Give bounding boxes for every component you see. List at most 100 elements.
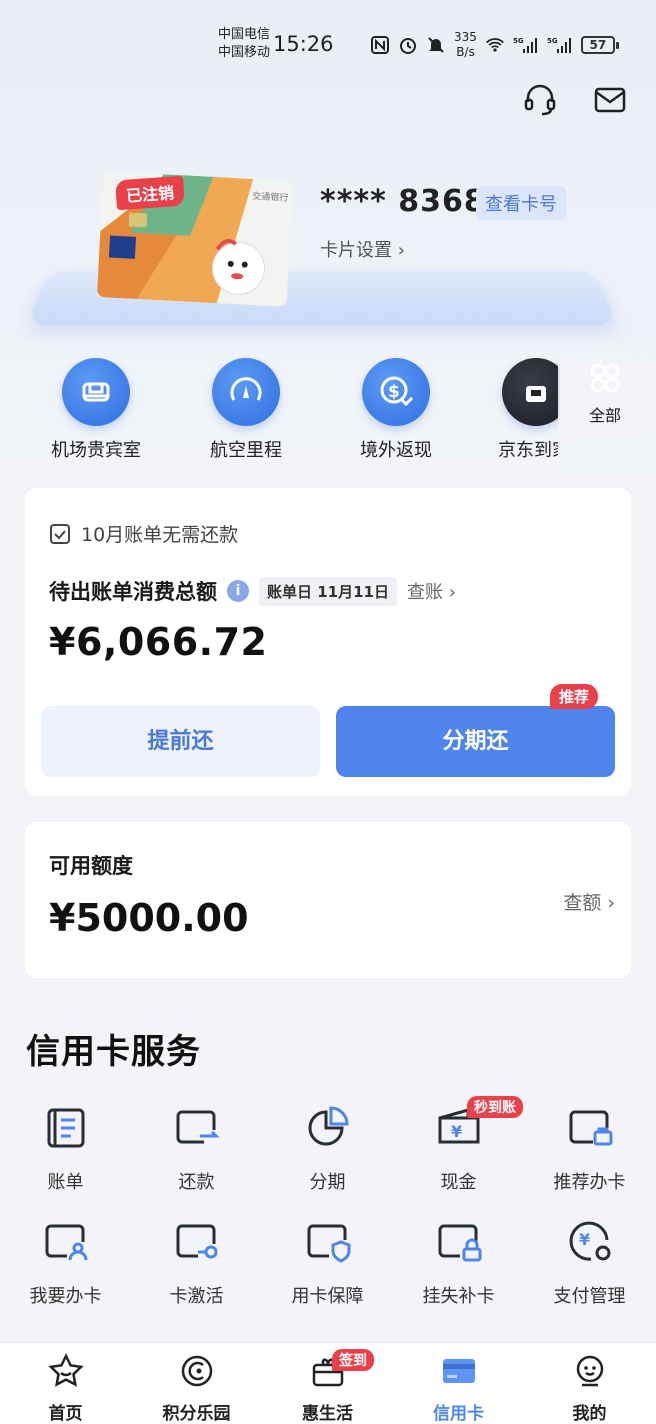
credit-panel: 可用额度 ¥5000.00 查额 › [25, 822, 631, 978]
wifi-icon [485, 38, 504, 52]
gauge-icon [230, 377, 262, 401]
net-speed: 335 B/s [454, 30, 477, 60]
bill-title-row: 待出账单消费总额 i 账单日 11月11日 查账 › [49, 576, 456, 606]
quick-action-lounge[interactable]: 机场贵宾室 [36, 358, 156, 462]
quick-action-cashback[interactable]: $ 境外返现 [336, 358, 456, 462]
battery-icon: 57 [580, 36, 619, 54]
nav-home[interactable]: 首页 [0, 1353, 131, 1424]
service-lost-card[interactable]: 挂失补卡 [393, 1218, 524, 1308]
checkin-badge: 签到 [332, 1349, 374, 1371]
card-settings-link[interactable]: 卡片设置 › [320, 236, 405, 262]
installment-repay-button[interactable]: 分期还 [336, 706, 615, 777]
service-apply-card[interactable]: 我要办卡 [0, 1218, 131, 1308]
check-bill-link[interactable]: 查账 › [407, 578, 456, 604]
recommend-badge: 推荐 [550, 684, 599, 709]
early-repay-button[interactable]: 提前还 [41, 706, 320, 777]
service-label: 我要办卡 [29, 1286, 102, 1307]
bill-date: 账单日 11月11日 [259, 576, 397, 606]
service-payment-management[interactable]: ¥ 支付管理 [524, 1218, 655, 1308]
chevron-right-icon: › [607, 892, 615, 914]
check-credit-link[interactable]: 查额 › [563, 888, 615, 915]
service-cash[interactable]: ¥ 现金 秒到账 [393, 1096, 524, 1194]
services-title: 信用卡服务 [26, 1032, 201, 1072]
profile-icon [576, 1355, 603, 1387]
service-label: 分期 [309, 1172, 346, 1193]
system-icons: 335 B/s 5G 5G 57 [370, 30, 619, 60]
svg-text:5G: 5G [547, 37, 558, 45]
service-label: 现金 [440, 1172, 477, 1193]
quick-action-jd[interactable]: 京东到家 [490, 358, 560, 462]
chevron-right-icon: › [397, 240, 405, 261]
view-card-number-button[interactable]: 查看卡号 [476, 186, 566, 220]
quick-action-label: 境外返现 [360, 440, 432, 461]
chevron-right-icon: › [448, 582, 456, 603]
nav-points[interactable]: 积分乐园 [131, 1353, 262, 1424]
quick-action-label: 全部 [588, 406, 621, 425]
bill-hint-text: 10月账单无需还款 [81, 524, 239, 546]
signal-5g-icon-2: 5G [547, 37, 571, 53]
credit-amount: ¥5000.00 [49, 896, 249, 940]
bill-title: 待出账单消费总额 [49, 580, 217, 604]
check-bill-label: 查账 [406, 582, 443, 603]
quick-action-label: 机场贵宾室 [51, 440, 141, 461]
credit-card-icon [442, 1359, 475, 1383]
nav-label: 首页 [48, 1404, 83, 1424]
info-icon[interactable]: i [227, 580, 249, 602]
customer-service-icon[interactable] [522, 82, 558, 118]
nav-life[interactable]: 惠生活 签到 [262, 1349, 393, 1424]
quick-actions: 机场贵宾室 航空里程 $ 境外返现 京东到家 全部 [0, 358, 656, 470]
nav-label: 惠生活 [302, 1404, 353, 1424]
service-label: 还款 [178, 1172, 215, 1193]
carrier-1: 中国电信 [218, 27, 271, 42]
svg-text:¥: ¥ [451, 1122, 462, 1141]
nav-label: 我的 [572, 1404, 607, 1424]
quick-action-miles[interactable]: 航空里程 [186, 358, 306, 462]
nav-credit-card[interactable]: 信用卡 [393, 1353, 524, 1424]
quick-action-label: 京东到家 [498, 440, 560, 461]
bill-amount: ¥6,066.72 [49, 620, 268, 664]
status-bar: 中国电信 中国移动 15:26 335 B/s 5G 5G 57 [0, 0, 656, 80]
service-installment[interactable]: 分期 [262, 1104, 393, 1194]
service-bill[interactable]: 账单 [0, 1104, 131, 1194]
battery-level: 57 [580, 36, 615, 54]
service-recommend-card[interactable]: 推荐办卡 [524, 1104, 655, 1194]
check-credit-label: 查额 [563, 892, 602, 914]
quick-action-label: 航空里程 [210, 440, 282, 461]
card-protect-icon [307, 1224, 350, 1263]
service-card-protection[interactable]: 用卡保障 [262, 1218, 393, 1308]
bill-hint: 10月账单无需还款 [49, 520, 238, 547]
service-label: 支付管理 [553, 1286, 626, 1307]
credit-title: 可用额度 [49, 854, 133, 878]
apply-card-icon [45, 1224, 87, 1261]
nfc-icon [371, 36, 389, 54]
service-repay[interactable]: 还款 [131, 1104, 262, 1194]
alarm-icon [400, 38, 416, 54]
masked-card-number: **** 8368 [320, 184, 486, 219]
points-icon [181, 1355, 212, 1387]
card-settings-label: 卡片设置 [320, 240, 392, 261]
service-label: 用卡保障 [291, 1286, 364, 1307]
mail-icon[interactable] [592, 82, 628, 118]
quick-action-jd-clip: 京东到家 [490, 358, 560, 470]
cashback-icon: $ [380, 376, 414, 407]
repay-icon [176, 1110, 220, 1144]
carrier-2: 中国移动 [218, 45, 271, 60]
svg-text:5G: 5G [513, 37, 524, 45]
bill-panel: 10月账单无需还款 待出账单消费总额 i 账单日 11月11日 查账 › ¥6,… [25, 488, 631, 796]
bottom-nav: 首页 积分乐园 惠生活 签到 信用卡 我的 [0, 1342, 656, 1424]
service-activate-card[interactable]: 卡激活 [131, 1218, 262, 1308]
recommend-card-icon [569, 1110, 612, 1146]
nav-label: 积分乐园 [162, 1404, 231, 1424]
svg-text:¥: ¥ [579, 1230, 590, 1249]
sofa-icon [82, 382, 110, 402]
payment-manage-icon: ¥ [569, 1221, 610, 1261]
checkbox-icon [50, 523, 70, 544]
instant-badge: 秒到账 [467, 1096, 523, 1118]
service-label: 卡激活 [169, 1286, 224, 1307]
mute-icon [428, 37, 444, 53]
quick-action-all[interactable]: 全部 [558, 358, 652, 470]
shop-icon [526, 386, 546, 402]
activate-card-icon [176, 1224, 217, 1259]
signal-5g-icon-1: 5G [513, 37, 537, 53]
nav-profile[interactable]: 我的 [524, 1353, 655, 1424]
